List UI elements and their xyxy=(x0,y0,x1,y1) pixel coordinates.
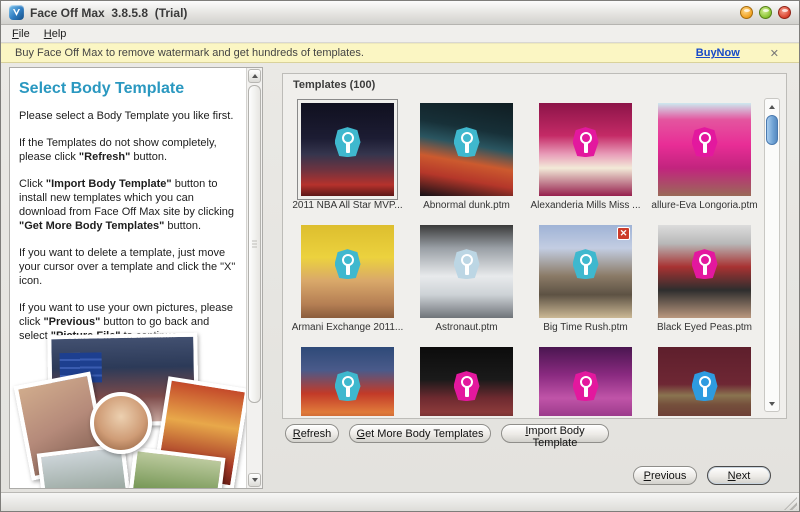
template-thumbnail[interactable] xyxy=(539,103,632,196)
face-mask-icon xyxy=(692,371,718,401)
scroll-down-arrow[interactable] xyxy=(248,473,261,487)
template-thumbnail[interactable] xyxy=(539,347,632,416)
template-item[interactable] xyxy=(526,347,645,416)
previous-button[interactable]: Previous xyxy=(633,466,697,485)
scrollbar-thumb[interactable] xyxy=(766,115,778,145)
template-caption: allure-Eva Longoria.ptm xyxy=(646,200,763,211)
scroll-down-arrow[interactable] xyxy=(766,397,778,410)
scrollbar-thumb[interactable] xyxy=(248,85,261,403)
templates-scrollbar[interactable] xyxy=(764,98,780,412)
template-thumbnail[interactable]: ✕ xyxy=(539,225,632,318)
scroll-up-arrow[interactable] xyxy=(766,100,778,113)
page-title: Select Body Template xyxy=(19,80,238,98)
template-thumbnail[interactable] xyxy=(658,225,751,318)
template-caption: Black Eyed Peas.ptm xyxy=(646,322,763,333)
instructions-text: Please select a Body Template you like f… xyxy=(19,109,238,343)
menu-help[interactable]: Help xyxy=(37,27,74,41)
sample-collage-image xyxy=(20,330,248,489)
app-logo-icon xyxy=(9,5,24,20)
face-mask-icon xyxy=(692,249,718,279)
close-button[interactable] xyxy=(778,6,791,19)
face-mask-icon xyxy=(573,371,599,401)
buy-now-link[interactable]: BuyNow xyxy=(696,47,740,59)
instruction-paragraph: Please select a Body Template you like f… xyxy=(19,109,238,123)
menu-file[interactable]: File xyxy=(5,27,37,41)
instruction-paragraph: Click "Import Body Template" button to i… xyxy=(19,177,238,233)
template-item[interactable] xyxy=(288,347,407,416)
templates-count-label: Templates (100) xyxy=(293,79,375,91)
template-caption: Alexanderia Mills Miss ... xyxy=(527,200,644,211)
template-caption: Abnormal dunk.ptm xyxy=(408,200,525,211)
face-mask-icon xyxy=(335,127,361,157)
menu-bar: FileHelp xyxy=(1,25,799,43)
window-title: Face Off Max 3.8.5.8 (Trial) xyxy=(30,6,187,20)
promo-text: Buy Face Off Max to remove watermark and… xyxy=(15,47,364,59)
template-thumbnail[interactable] xyxy=(301,225,394,318)
template-item[interactable]: allure-Eva Longoria.ptm xyxy=(645,103,764,225)
template-item[interactable]: Alexanderia Mills Miss ... xyxy=(526,103,645,225)
template-thumbnail[interactable] xyxy=(658,347,751,416)
template-caption: 2011 NBA All Star MVP... xyxy=(289,200,406,211)
delete-template-icon[interactable]: ✕ xyxy=(617,227,630,240)
template-caption: Astronaut.ptm xyxy=(408,322,525,333)
template-item[interactable]: Armani Exchange 2011... xyxy=(288,225,407,347)
promo-close-icon[interactable]: ✕ xyxy=(770,47,779,60)
instructions-panel: Select Body Template Please select a Bod… xyxy=(9,67,263,489)
refresh-button[interactable]: Refresh xyxy=(285,424,339,443)
window-controls xyxy=(740,6,791,19)
template-thumbnail[interactable] xyxy=(420,103,513,196)
left-panel-scrollbar[interactable] xyxy=(246,68,262,488)
instruction-paragraph: If you want to delete a template, just m… xyxy=(19,246,238,288)
face-mask-icon xyxy=(692,127,718,157)
template-caption: Big Time Rush.ptm xyxy=(527,322,644,333)
template-caption: Armani Exchange 2011... xyxy=(289,322,406,333)
import-body-template-button[interactable]: Import Body Template xyxy=(501,424,609,443)
scroll-up-arrow[interactable] xyxy=(248,69,261,83)
face-mask-icon xyxy=(573,127,599,157)
title-bar: Face Off Max 3.8.5.8 (Trial) xyxy=(1,1,799,25)
template-item[interactable]: Black Eyed Peas.ptm xyxy=(645,225,764,347)
template-thumbnail[interactable] xyxy=(301,347,394,416)
template-item[interactable]: Abnormal dunk.ptm xyxy=(407,103,526,225)
minimize-button[interactable] xyxy=(740,6,753,19)
template-thumbnail[interactable] xyxy=(420,347,513,416)
template-thumbnail[interactable] xyxy=(301,103,394,196)
face-mask-icon xyxy=(573,249,599,279)
face-mask-icon xyxy=(454,249,480,279)
template-thumbnail[interactable] xyxy=(658,103,751,196)
main-content: Select Body Template Please select a Bod… xyxy=(1,63,799,492)
collage-center-face xyxy=(90,392,152,454)
templates-groupbox: Templates (100) 2011 NBA All Star MVP...… xyxy=(282,73,787,419)
face-mask-icon xyxy=(454,371,480,401)
get-more-body-templates-button[interactable]: Get More Body Templates xyxy=(349,424,491,443)
templates-grid-viewport: 2011 NBA All Star MVP...Abnormal dunk.pt… xyxy=(288,98,766,416)
promo-bar: Buy Face Off Max to remove watermark and… xyxy=(1,43,799,63)
face-mask-icon xyxy=(335,249,361,279)
templates-grid: 2011 NBA All Star MVP...Abnormal dunk.pt… xyxy=(288,98,766,416)
app-window: Face Off Max 3.8.5.8 (Trial) FileHelp Bu… xyxy=(0,0,800,512)
template-item[interactable]: 2011 NBA All Star MVP... xyxy=(288,103,407,225)
face-mask-icon xyxy=(335,371,361,401)
resize-grip[interactable] xyxy=(784,497,797,510)
template-item[interactable] xyxy=(407,347,526,416)
face-mask-icon xyxy=(454,127,480,157)
template-item[interactable] xyxy=(645,347,764,416)
instruction-paragraph: If the Templates do not show completely,… xyxy=(19,136,238,164)
next-button[interactable]: Next xyxy=(707,466,771,485)
template-item[interactable]: Astronaut.ptm xyxy=(407,225,526,347)
maximize-button[interactable] xyxy=(759,6,772,19)
template-item[interactable]: ✕ Big Time Rush.ptm xyxy=(526,225,645,347)
status-bar xyxy=(1,492,799,512)
template-thumbnail[interactable] xyxy=(420,225,513,318)
